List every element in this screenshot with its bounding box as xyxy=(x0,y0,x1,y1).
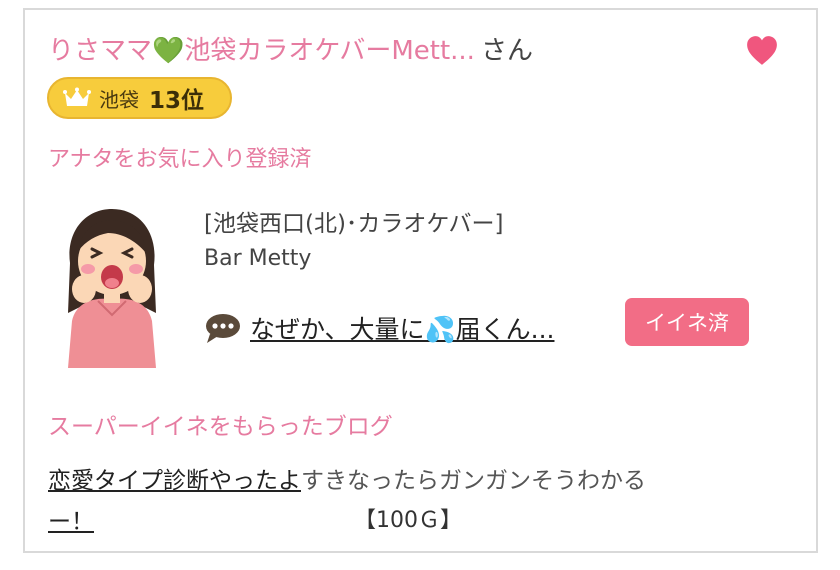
favorite-status: アナタをお気に入り登録済 xyxy=(48,147,312,172)
latest-blog-row: なぜか、大量に💦届くん... xyxy=(204,308,554,348)
speech-bubble-icon xyxy=(206,314,240,343)
woman-avatar-icon[interactable] xyxy=(62,203,162,368)
super-iine-heading: スーパーイイネをもらったブログ xyxy=(48,414,393,440)
profile-name-suffix: さん xyxy=(480,35,533,66)
super-iine-points: 【100Ｇ】 xyxy=(354,508,462,533)
profile-name-link[interactable]: りさママ💚池袋カラオケバーMett... xyxy=(48,30,475,67)
latest-blog-link[interactable]: なぜか、大量に💦届くん... xyxy=(250,310,554,346)
iine-button[interactable]: イイネ済 xyxy=(625,298,749,346)
crown-icon xyxy=(63,87,91,106)
heart-icon[interactable] xyxy=(745,34,779,68)
super-iine-blog-line2: ー！ xyxy=(48,502,94,536)
super-iine-blog-link[interactable]: 恋愛タイプ診断やったよ xyxy=(48,468,301,494)
profile-title: りさママ💚池袋カラオケバーMett... さん xyxy=(48,30,533,66)
super-iine-blog-link-end[interactable]: ー！ xyxy=(48,509,94,535)
rank-badge: 池袋 13位 xyxy=(47,77,232,119)
super-iine-blog-line1: 恋愛タイプ診断やったよすきなったらガンガンそうわかる xyxy=(48,461,646,495)
shop-category: [池袋西口(北)･カラオケバー] xyxy=(204,211,504,237)
rank-position: 13位 xyxy=(149,88,205,114)
shop-name: Bar Metty xyxy=(204,246,312,271)
rank-area: 池袋 xyxy=(99,87,139,112)
super-iine-blog-continuation: すきなったらガンガンそうわかる xyxy=(301,468,646,494)
